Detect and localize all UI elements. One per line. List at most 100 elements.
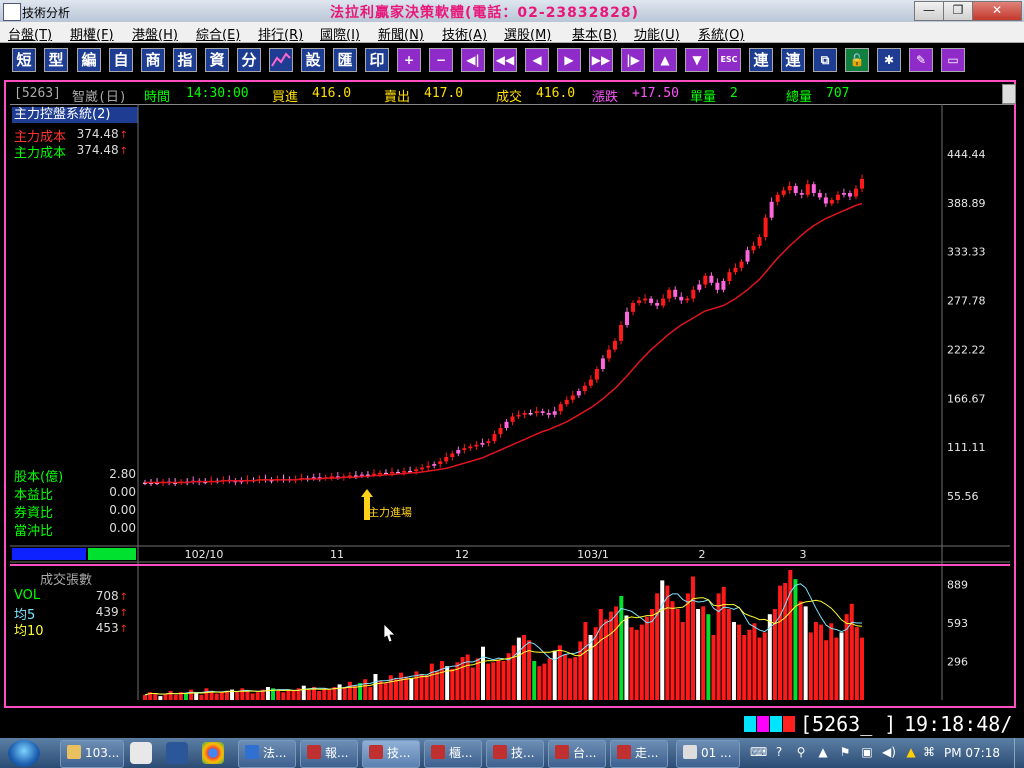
task-ferrari[interactable]: 法... — [238, 740, 296, 768]
candle-body — [661, 298, 666, 306]
entry-annotation: 主力進場 — [368, 506, 412, 519]
volume-bar — [690, 576, 695, 700]
volume-bar — [680, 622, 685, 700]
task-window-01[interactable]: 01 ... — [676, 740, 740, 768]
candle-body — [564, 399, 569, 405]
task-technical-2[interactable]: 技... — [486, 740, 544, 768]
volume-bar — [404, 676, 409, 700]
volume-bar — [486, 663, 491, 700]
candle-body — [438, 461, 443, 465]
volume-bar — [655, 593, 660, 700]
candle-body — [588, 379, 593, 386]
volume-bar — [788, 570, 793, 700]
volume-bar — [665, 585, 670, 700]
volume-bar — [434, 671, 439, 700]
volume-bar — [860, 637, 864, 700]
help-icon[interactable]: ? — [772, 745, 786, 759]
candle-body — [498, 427, 503, 435]
candle-body — [715, 282, 720, 290]
volume-bar — [317, 690, 322, 700]
candle-body — [643, 298, 648, 301]
candle-body — [703, 275, 708, 285]
candle-body — [655, 303, 660, 306]
network-icon[interactable]: ▣ — [860, 745, 874, 759]
candle-body — [414, 469, 419, 472]
volume-bar — [527, 640, 532, 700]
volume-bar — [731, 622, 736, 700]
show-desktop-button[interactable] — [1014, 738, 1024, 768]
volume-bar — [670, 601, 675, 700]
volume-bar — [214, 693, 219, 700]
volume-bar — [440, 661, 445, 700]
ime-icon[interactable]: ⌘ — [922, 745, 936, 759]
flag-icon[interactable]: ⚑ — [838, 745, 852, 759]
volume-bar — [854, 627, 859, 700]
volume-bar — [450, 668, 455, 700]
media-player-icon[interactable] — [130, 742, 152, 764]
mouse-cursor-icon — [383, 623, 396, 643]
volume-bar — [265, 687, 270, 700]
volume-bar — [829, 623, 834, 700]
date-tick-label: 3 — [800, 548, 807, 561]
volume-bar — [301, 685, 306, 700]
task-trend[interactable]: 走... — [610, 740, 668, 768]
volume-bar — [619, 596, 624, 700]
volume-bar — [834, 637, 839, 700]
volume-bar — [429, 663, 434, 700]
task-technical-active[interactable]: 技... — [362, 740, 420, 768]
candle-body — [799, 193, 804, 195]
volume-bar — [532, 661, 537, 700]
volume-bar — [327, 689, 332, 700]
task-otc[interactable]: 櫃... — [424, 740, 482, 768]
candle-body — [420, 467, 425, 470]
volume-bar — [711, 635, 716, 700]
candle-body — [679, 296, 684, 301]
volume-bar — [573, 657, 578, 700]
volume-icon[interactable]: ◀) — [882, 745, 896, 759]
candle-body — [673, 289, 678, 297]
volume-bar — [701, 606, 706, 700]
volume-bar — [358, 683, 363, 700]
volume-bar — [291, 690, 296, 700]
volume-bar — [199, 694, 204, 700]
volume-bar — [158, 696, 163, 700]
candle-body — [510, 416, 515, 422]
word-icon[interactable] — [166, 742, 188, 764]
price-tick-label: 111.11 — [947, 441, 986, 454]
candle-body — [721, 281, 726, 290]
volume-tick-label: 593 — [947, 617, 968, 630]
candle-body — [685, 298, 690, 301]
start-button[interactable] — [8, 740, 40, 767]
volume-bar — [276, 690, 281, 700]
candle-body — [468, 446, 473, 449]
volume-bar — [716, 593, 721, 700]
task-folder[interactable]: 103... — [60, 740, 124, 768]
volume-bar — [322, 688, 327, 700]
date-tick-label: 103/1 — [577, 548, 609, 561]
task-taipan[interactable]: 台... — [548, 740, 606, 768]
tray-expand-icon[interactable]: ▲ — [816, 745, 830, 759]
pin-icon[interactable]: ⚲ — [794, 745, 808, 759]
price-tick-label: 222.22 — [947, 343, 986, 356]
candle-body — [426, 465, 431, 468]
volume-bar — [388, 675, 393, 700]
volume-bar — [696, 609, 701, 700]
volume-bar — [634, 629, 639, 700]
volume-bar — [685, 593, 690, 700]
status-stock-code[interactable]: [5263_ ] — [800, 712, 896, 736]
candle-body — [853, 188, 858, 197]
date-tick-label: 12 — [455, 548, 469, 561]
volume-bar — [455, 662, 460, 700]
drive-icon[interactable]: ▲ — [904, 745, 918, 759]
task-report[interactable]: 報... — [300, 740, 358, 768]
chrome-icon[interactable] — [202, 742, 224, 764]
candle-body — [606, 349, 611, 359]
keyboard-icon[interactable]: ⌨ — [750, 745, 767, 759]
volume-bar — [803, 606, 808, 700]
volume-bar — [793, 579, 798, 700]
volume-bar — [726, 609, 731, 700]
candle-body — [540, 411, 545, 413]
volume-bar — [368, 687, 373, 700]
candle-body — [390, 471, 395, 474]
candle-body — [757, 237, 762, 246]
